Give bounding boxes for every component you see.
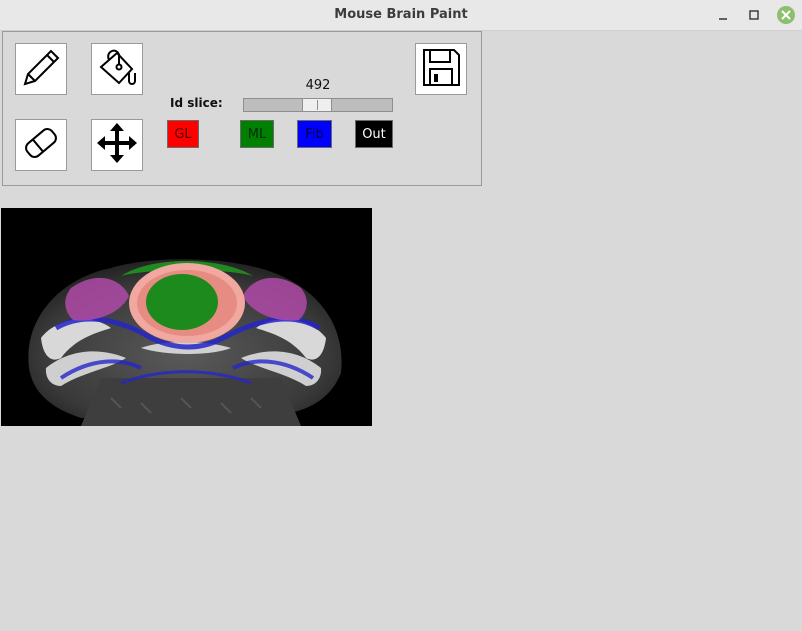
move-tool-button[interactable] — [91, 119, 143, 171]
slice-slider[interactable] — [243, 98, 393, 112]
label-ml-button[interactable]: ML — [240, 120, 274, 148]
toolbar-panel: 492 Id slice: GL ML Fib Out — [2, 31, 482, 186]
pencil-icon — [19, 45, 63, 93]
brain-slice-image — [1, 208, 372, 426]
minimize-button[interactable] — [714, 6, 732, 24]
label-out-button[interactable]: Out — [355, 120, 393, 148]
title-bar: Mouse Brain Paint — [0, 0, 802, 31]
fill-tool-button[interactable] — [91, 43, 143, 95]
label-gl-button[interactable]: GL — [167, 120, 199, 148]
save-button[interactable] — [415, 43, 467, 95]
eraser-tool-button[interactable] — [15, 119, 67, 171]
brain-image-canvas[interactable] — [1, 208, 372, 426]
maximize-button[interactable] — [745, 6, 763, 24]
eraser-icon — [19, 121, 63, 169]
pencil-tool-button[interactable] — [15, 43, 67, 95]
close-button[interactable] — [777, 6, 795, 24]
slice-label: Id slice: — [170, 96, 223, 110]
paint-bucket-icon — [95, 45, 139, 93]
label-fib-button[interactable]: Fib — [297, 120, 332, 148]
floppy-disk-icon — [419, 45, 463, 93]
move-arrows-icon — [95, 121, 139, 169]
slice-value: 492 — [305, 78, 331, 93]
slice-slider-handle[interactable] — [302, 98, 332, 112]
window-title: Mouse Brain Paint — [334, 7, 468, 22]
